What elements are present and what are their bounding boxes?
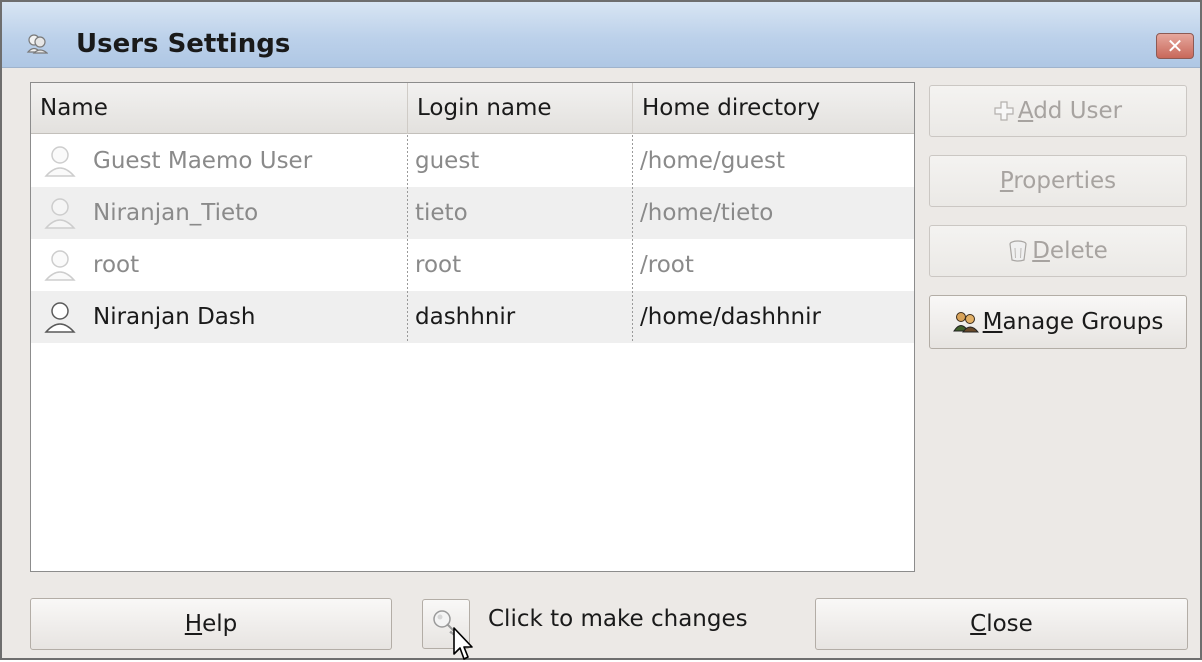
user-icon <box>44 250 76 281</box>
user-login: tieto <box>407 187 632 239</box>
table-row[interactable]: Guest Maemo User guest /home/guest <box>31 135 914 187</box>
manage-groups-label: anage Groups <box>1002 309 1164 335</box>
column-header-name[interactable]: Name <box>31 83 407 134</box>
list-header: Name Login name Home directory <box>31 83 914 134</box>
manage-groups-button[interactable]: Manage Groups <box>929 295 1187 349</box>
user-icon <box>44 302 76 333</box>
close-button[interactable]: Close <box>815 598 1188 650</box>
close-window-button[interactable]: ✕ <box>1156 33 1194 59</box>
properties-button[interactable]: Properties <box>929 155 1187 207</box>
user-icon <box>44 198 76 229</box>
title-bar[interactable]: Users Settings ✕ <box>2 2 1200 68</box>
group-icon <box>952 312 979 333</box>
user-login: root <box>407 239 632 291</box>
user-login: dashhnir <box>407 291 632 343</box>
table-row[interactable]: Niranjan_Tieto tieto /home/tieto <box>31 187 914 239</box>
list-rows: Guest Maemo User guest /home/guest Niran… <box>31 135 914 343</box>
user-icon <box>44 146 76 177</box>
unlock-hint: Click to make changes <box>488 606 748 632</box>
help-button[interactable]: Help <box>30 598 392 650</box>
column-header-home[interactable]: Home directory <box>632 83 914 134</box>
delete-button[interactable]: Delete <box>929 225 1187 277</box>
user-name: Guest Maemo User <box>93 148 313 174</box>
table-row[interactable]: Niranjan Dash dashhnir /home/dashhnir <box>31 291 914 343</box>
manage-groups-mnemonic: M <box>982 309 1003 335</box>
close-mnemonic: C <box>970 611 987 637</box>
users-list[interactable]: Name Login name Home directory Guest Mae… <box>30 82 915 572</box>
add-user-button[interactable]: Add User <box>929 85 1187 137</box>
plus-icon <box>994 101 1014 121</box>
delete-mnemonic: D <box>1032 238 1050 264</box>
users-settings-window: Users Settings ✕ Name Login name Home di… <box>0 0 1202 660</box>
window-title: Users Settings <box>76 29 291 59</box>
properties-label: roperties <box>1013 168 1117 194</box>
close-icon: ✕ <box>1166 34 1184 58</box>
user-home: /home/dashhnir <box>632 291 914 343</box>
trash-icon <box>1009 240 1027 262</box>
add-user-label: dd User <box>1033 98 1123 124</box>
user-home: /home/guest <box>632 135 914 187</box>
users-icon <box>26 34 48 54</box>
properties-mnemonic: P <box>999 168 1014 194</box>
user-home: /root <box>632 239 914 291</box>
mouse-cursor-icon <box>453 627 473 660</box>
close-label: lose <box>986 611 1033 637</box>
column-header-login[interactable]: Login name <box>407 83 632 134</box>
user-name: root <box>93 252 140 278</box>
delete-label: elete <box>1049 238 1108 264</box>
user-name: Niranjan Dash <box>93 304 256 330</box>
user-home: /home/tieto <box>632 187 914 239</box>
help-label: elp <box>202 611 238 637</box>
help-mnemonic: H <box>184 611 203 637</box>
user-login: guest <box>407 135 632 187</box>
table-row[interactable]: root root /root <box>31 239 914 291</box>
add-user-mnemonic: A <box>1017 98 1034 124</box>
user-name: Niranjan_Tieto <box>93 200 259 226</box>
